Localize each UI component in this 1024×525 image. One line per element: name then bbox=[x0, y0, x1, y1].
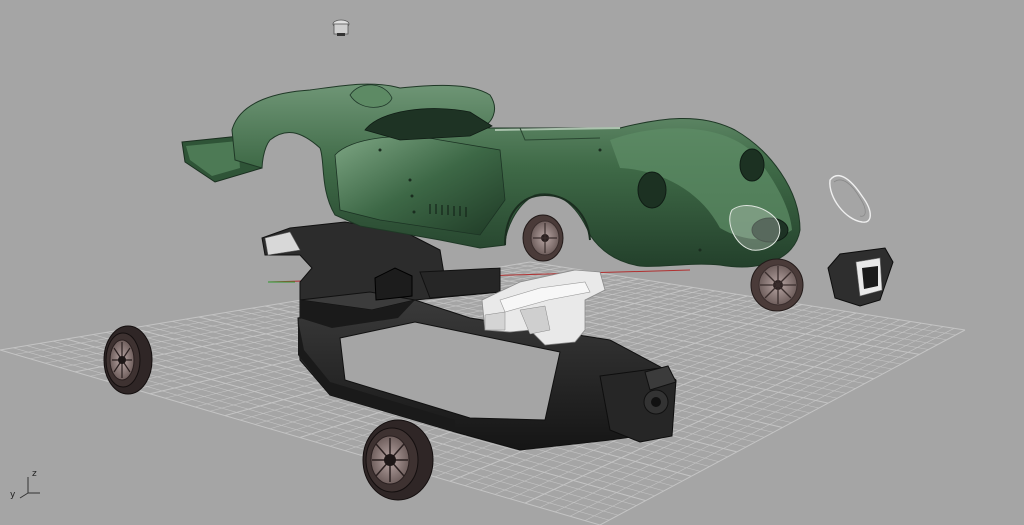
wheel-rear-right[interactable] bbox=[362, 419, 434, 501]
wheel-front-left[interactable] bbox=[522, 214, 564, 262]
3d-viewport[interactable]: z y bbox=[0, 0, 1024, 525]
axis-y-label: y bbox=[10, 490, 16, 500]
tail-lamp-ring[interactable] bbox=[829, 175, 871, 223]
viewport-scene[interactable]: z y bbox=[0, 0, 1024, 525]
wheel-rear-left[interactable] bbox=[103, 325, 153, 395]
world-axis-indicator: z y bbox=[10, 469, 40, 500]
wheel-front-right[interactable] bbox=[750, 258, 804, 312]
axis-z-label: z bbox=[32, 469, 37, 479]
tail-lamp-housing[interactable] bbox=[827, 247, 894, 307]
fuel-cap[interactable] bbox=[332, 19, 350, 36]
